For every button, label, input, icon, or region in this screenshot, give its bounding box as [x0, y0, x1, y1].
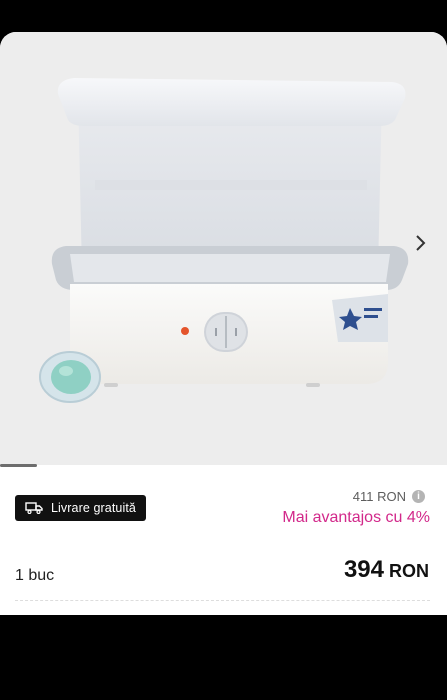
- gallery-progress-indicator: [0, 464, 447, 467]
- app-screen: Livrare gratuită 411 RON i Mai avantajos…: [0, 0, 447, 700]
- quantity-label: 1 buc: [15, 567, 55, 584]
- old-price: 411 RON: [352, 489, 406, 504]
- free-delivery-badge: Livrare gratuită: [15, 495, 146, 521]
- divider: [15, 600, 430, 601]
- next-image-button[interactable]: [408, 226, 434, 260]
- current-price: 394 RON: [344, 556, 429, 584]
- truck-icon: [25, 502, 43, 514]
- product-image-gallery[interactable]: [0, 32, 447, 465]
- promo-text: Mai avantajos cu 4%: [282, 509, 430, 526]
- product-card: Livrare gratuită 411 RON i Mai avantajos…: [0, 32, 447, 615]
- product-image: [39, 78, 409, 403]
- chevron-right-icon: [416, 235, 426, 251]
- free-delivery-label: Livrare gratuită: [51, 501, 136, 515]
- gallery-progress-thumb: [0, 464, 37, 467]
- price-currency: RON: [389, 561, 429, 581]
- price-value: 394: [343, 556, 384, 583]
- old-price-row: 411 RON i: [353, 489, 425, 504]
- info-icon[interactable]: i: [412, 490, 425, 503]
